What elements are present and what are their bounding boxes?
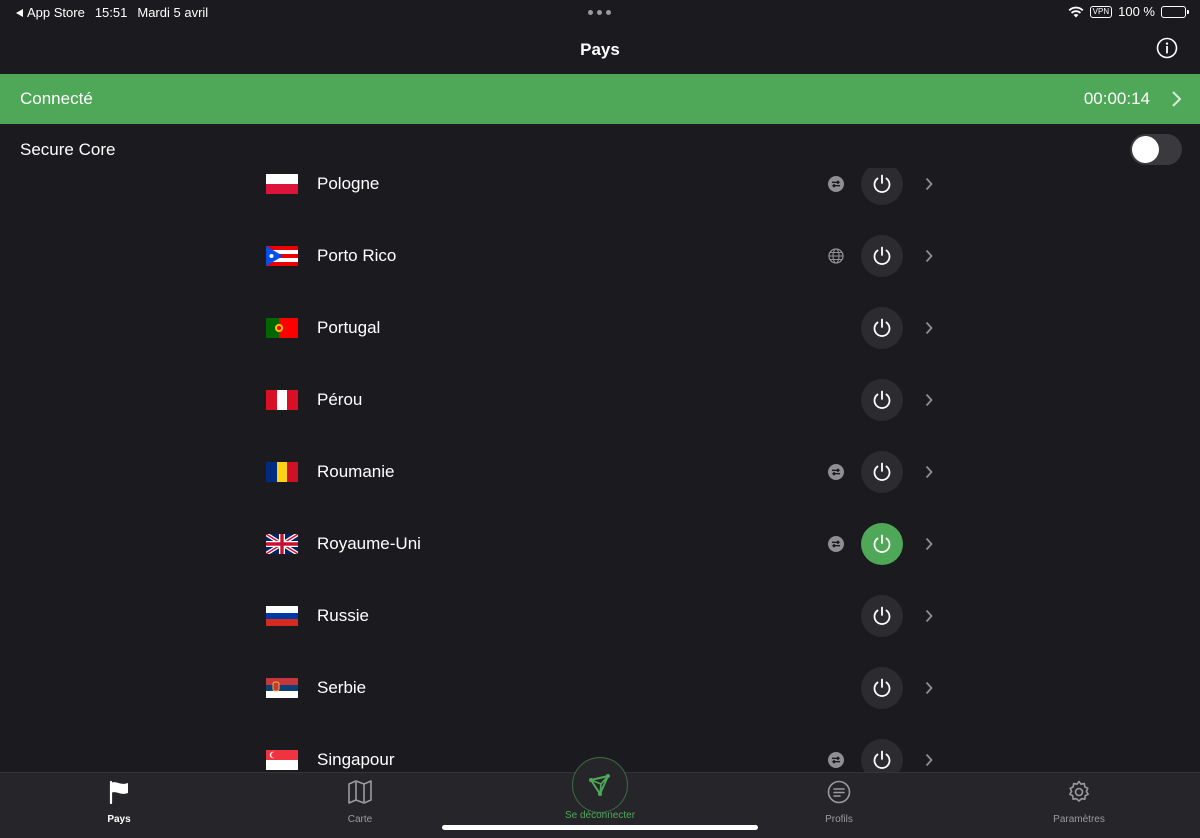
status-bar: App Store 15:51 Mardi 5 avril VPN 100 % [0,0,1200,24]
connection-status: Connecté [20,89,93,108]
flag-poland-icon [266,174,298,194]
tab-label: Pays [107,814,131,825]
connect-power-button[interactable] [861,451,903,493]
country-name: Portugal [317,318,381,337]
multitasking-dots-icon[interactable] [588,10,611,15]
flag-puerto-rico-icon [266,246,298,266]
country-name: Royaume-Uni [317,534,421,553]
tab-map[interactable]: Carte [300,779,420,831]
chevron-right-icon [1172,91,1182,107]
country-name: Singapour [317,750,395,769]
flag-icon [109,780,128,805]
connect-power-button[interactable] [861,739,903,772]
map-icon [348,780,372,804]
info-icon[interactable] [1156,37,1178,59]
flag-united-kingdom-icon [266,534,298,554]
status-left: App Store 15:51 Mardi 5 avril [16,5,208,20]
country-row[interactable]: Portugal [250,292,950,364]
power-icon [873,534,891,553]
flag-singapore-icon [266,750,298,770]
disconnect-power-button[interactable] [861,523,903,565]
chevron-right-icon [925,393,933,407]
country-row[interactable]: Pologne [250,168,950,220]
country-row[interactable]: Royaume-Uni [250,508,950,580]
p2p-icon [828,464,844,480]
disconnect-circle-button[interactable] [572,757,628,813]
country-name: Serbie [317,678,367,697]
power-icon [873,390,891,409]
connect-power-button[interactable] [861,595,903,637]
vpn-triangle-icon [589,774,610,796]
app-screen: App Store 15:51 Mardi 5 avril VPN 100 % … [0,0,1200,838]
chevron-right-icon [925,177,933,191]
status-right: VPN 100 % [1068,4,1189,19]
p2p-icon [828,176,844,192]
chevron-right-icon [925,465,933,479]
chevron-right-icon [925,753,933,767]
tab-label: Profils [825,814,853,825]
country-row[interactable]: Porto Rico [250,220,950,292]
status-time: 15:51 [94,5,128,20]
wifi-icon [1068,6,1084,17]
power-icon [873,750,891,769]
chevron-right-icon [925,681,933,695]
back-arrow-icon [16,8,23,17]
tab-disconnect[interactable]: Se déconnecter [540,757,660,833]
page-title: Pays [580,40,620,59]
country-name: Roumanie [317,462,395,481]
power-icon [873,606,891,625]
battery-icon [1161,5,1189,18]
chevron-right-icon [925,249,933,263]
power-icon [873,462,891,481]
profiles-icon [827,780,851,804]
connection-timer: 00:00:14 [1083,89,1150,108]
flag-russia-icon [266,606,298,626]
back-app-label: App Store [27,5,85,20]
power-icon [873,678,891,697]
disconnect-label: Se déconnecter [564,810,636,821]
home-indicator[interactable] [442,825,758,830]
status-date: Mardi 5 avril [137,5,209,20]
country-row[interactable]: Roumanie [250,436,950,508]
country-name: Russie [317,606,369,625]
tab-profiles[interactable]: Profils [779,779,899,831]
connect-power-button[interactable] [861,379,903,421]
back-to-app-store[interactable]: App Store [16,5,85,20]
gear-icon [1069,780,1089,802]
secure-core-label: Secure Core [20,140,116,159]
chevron-right-icon [925,537,933,551]
chevron-right-icon [925,609,933,623]
vpn-badge: VPN [1089,5,1113,18]
power-icon [873,246,891,265]
country-row[interactable]: Pérou [250,364,950,436]
connect-power-button[interactable] [861,307,903,349]
tab-settings[interactable]: Paramètres [1019,779,1139,831]
connect-power-button[interactable] [861,235,903,277]
country-row[interactable]: Russie [250,580,950,652]
toggle-knob [1132,136,1159,163]
connect-power-button[interactable] [861,168,903,205]
power-icon [873,318,891,337]
connection-banner[interactable]: Connecté 00:00:14 [0,74,1200,124]
flag-portugal-icon [266,318,298,338]
secure-core-toggle[interactable] [1130,134,1182,165]
p2p-icon [828,752,844,768]
battery-percent: 100 % [1118,4,1155,19]
flag-serbia-icon [266,678,298,698]
tab-label: Paramètres [1053,814,1105,825]
connect-power-button[interactable] [861,667,903,709]
tab-label: Carte [347,814,373,825]
power-icon [873,174,891,193]
country-name: Pologne [317,174,380,193]
chevron-right-icon [925,321,933,335]
country-name: Pérou [317,390,363,409]
country-list[interactable]: Pologne Porto Rico Portugal Pérou Rouman… [0,168,1200,772]
country-row[interactable]: Serbie [250,652,950,724]
flag-peru-icon [266,390,298,410]
p2p-icon [828,536,844,552]
globe-icon [828,248,844,264]
flag-romania-icon [266,462,298,482]
country-name: Porto Rico [317,246,397,265]
tab-countries[interactable]: Pays [59,779,179,831]
